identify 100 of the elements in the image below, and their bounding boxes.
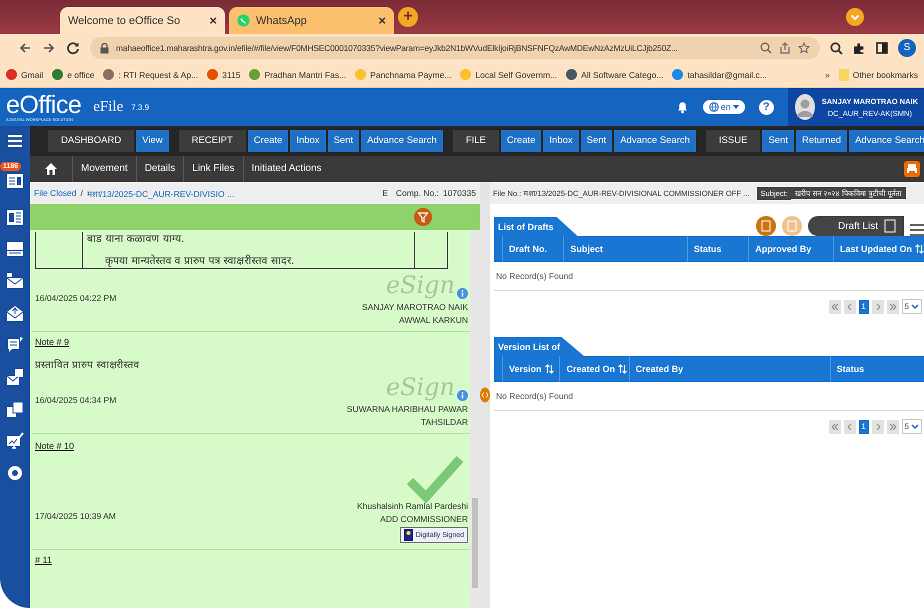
first-page-icon[interactable]: [828, 300, 841, 314]
file-icon[interactable]: [6, 208, 24, 226]
last-page-icon[interactable]: [886, 420, 899, 434]
tab-title: WhatsApp: [256, 14, 308, 26]
nav-link[interactable]: Inbox: [543, 130, 579, 152]
chevron-down-icon: [911, 304, 919, 310]
envelope-check-icon[interactable]: [6, 368, 24, 386]
nav-link[interactable]: Returned: [796, 130, 848, 152]
column-header[interactable]: Draft No.: [502, 236, 564, 262]
close-tab-button[interactable]: ×: [209, 13, 217, 28]
bookmark-folder[interactable]: Other bookmarks: [838, 68, 918, 80]
reload-icon[interactable]: [66, 41, 80, 55]
note-text: प्रस्तावित प्रारुप स्वाक्षरीस्तव: [35, 358, 140, 371]
column-header[interactable]: Version: [502, 356, 560, 382]
bookmark-link[interactable]: Local Self Governm...: [460, 69, 558, 80]
file-status-link[interactable]: File Closed: [34, 188, 77, 198]
nav-link[interactable]: Create: [248, 130, 288, 152]
column-header[interactable]: Created On: [559, 356, 629, 382]
print-icon[interactable]: [904, 161, 920, 177]
first-page-icon[interactable]: [828, 420, 841, 434]
envelope-icon[interactable]: [6, 272, 24, 290]
next-page-icon[interactable]: [872, 420, 884, 434]
column-header[interactable]: Status: [830, 356, 924, 382]
column-header[interactable]: Last Updated On: [832, 236, 924, 262]
filter-icon[interactable]: [414, 208, 432, 226]
nav-link[interactable]: Inbox: [290, 130, 326, 152]
star-icon[interactable]: [798, 42, 810, 54]
bookmark-link[interactable]: Panchnama Payme...: [355, 69, 452, 80]
caret-icon: [732, 105, 739, 109]
info-icon[interactable]: [457, 288, 468, 299]
profile-avatar[interactable]: S: [898, 39, 916, 57]
help-button[interactable]: ?: [758, 100, 774, 114]
avatar-icon[interactable]: [794, 93, 816, 121]
page-number-button[interactable]: 1: [858, 420, 869, 434]
puzzle-icon[interactable]: [853, 42, 866, 54]
last-page-icon[interactable]: [886, 300, 899, 314]
open-envelope-icon[interactable]: [6, 304, 24, 322]
nav-link[interactable]: Advance Search: [614, 130, 696, 152]
next-page-icon[interactable]: [872, 300, 884, 314]
signer-designation: ADD COMMISSIONER: [380, 514, 468, 524]
sort-icon[interactable]: [618, 364, 627, 374]
nav-link[interactable]: Sent: [328, 130, 360, 152]
documents-icon[interactable]: [6, 400, 24, 418]
signer-name: SANJAY MAROTRAO NAIK: [362, 302, 468, 312]
page-size-select[interactable]: 5: [902, 419, 922, 434]
scrollbar[interactable]: [470, 230, 480, 608]
info-icon[interactable]: [457, 390, 468, 401]
column-header[interactable]: Subject: [563, 236, 687, 262]
nav-link[interactable]: Create: [500, 130, 542, 152]
nav-link[interactable]: Advance Search: [361, 130, 443, 152]
bookmark-link[interactable]: tahasildar@gmail.c...: [672, 69, 767, 80]
new-tab-button[interactable]: +: [398, 7, 418, 27]
note-title[interactable]: Note # 9: [35, 337, 468, 347]
previous-page-icon[interactable]: [844, 420, 856, 434]
bell-icon[interactable]: [676, 100, 689, 114]
menu-icon[interactable]: [910, 224, 924, 236]
previous-page-icon[interactable]: [844, 300, 856, 314]
chevron-down-icon[interactable]: [846, 8, 864, 26]
nav-link[interactable]: View: [136, 130, 169, 152]
share-icon[interactable]: [779, 42, 791, 54]
document-icon[interactable]: [6, 171, 24, 189]
notes-icon[interactable]: [6, 336, 24, 354]
column-header[interactable]: Created By: [628, 356, 830, 382]
zoom-icon[interactable]: [760, 42, 772, 54]
browser-tab[interactable]: Welcome to eOffice So ×: [60, 7, 225, 34]
page-size-select[interactable]: 5: [902, 299, 922, 314]
more-bookmarks-button[interactable]: »: [825, 70, 830, 80]
bookmark-link[interactable]: Gmail: [6, 69, 44, 80]
resize-handle-icon[interactable]: [480, 386, 490, 404]
document-icon[interactable]: [756, 216, 776, 236]
bookmark-link[interactable]: Pradhan Mantri Fas...: [249, 69, 346, 80]
column-header[interactable]: Approved By: [748, 236, 833, 262]
page-number-button[interactable]: 1: [858, 300, 869, 314]
close-tab-button[interactable]: ×: [378, 13, 386, 28]
draft-list-button[interactable]: Draft List: [808, 216, 904, 236]
nav-link[interactable]: Advance Search: [849, 130, 924, 152]
address-bar[interactable]: mahaeoffice1.maharashtra.gov.in/efile/#/file/view/F0MHSEC0001070335?viewParam=eyJkb2N1bWVudElkIjoiRjBNSFNFQzAwMDEwNzAzMzUiLCJjb250Z...: [90, 37, 820, 59]
column-header[interactable]: Status: [686, 236, 748, 262]
note-date: 16/04/2025 04:34 PM: [35, 395, 116, 405]
nav-link[interactable]: Sent: [580, 130, 612, 152]
language-selector[interactable]: en: [702, 100, 745, 114]
nav-section-label: FILE: [452, 130, 499, 152]
note-title[interactable]: Note # 10: [35, 441, 468, 451]
note-text: बाड याना कळावण याग्य.: [87, 232, 186, 246]
forward-icon[interactable]: [42, 41, 56, 55]
bookmark-link[interactable]: : RTI Request & Ap...: [103, 69, 198, 80]
bookmark-link[interactable]: All Software Catego...: [566, 69, 664, 80]
bookmark-link[interactable]: e office: [52, 69, 94, 80]
emblem-icon: [404, 529, 413, 541]
sort-icon[interactable]: [544, 364, 554, 374]
bookmark-link[interactable]: 3115: [207, 69, 240, 80]
browser-tab[interactable]: WhatsApp ×: [229, 7, 394, 34]
sidebar-icon[interactable]: [876, 42, 888, 54]
monitor-pen-icon[interactable]: [6, 432, 24, 450]
sort-icon[interactable]: [914, 244, 924, 254]
search-icon[interactable]: [830, 42, 843, 54]
note-title[interactable]: # 11: [35, 555, 468, 565]
file-type: E: [382, 188, 388, 198]
nav-link[interactable]: Sent: [762, 130, 794, 152]
back-icon[interactable]: [18, 41, 32, 55]
